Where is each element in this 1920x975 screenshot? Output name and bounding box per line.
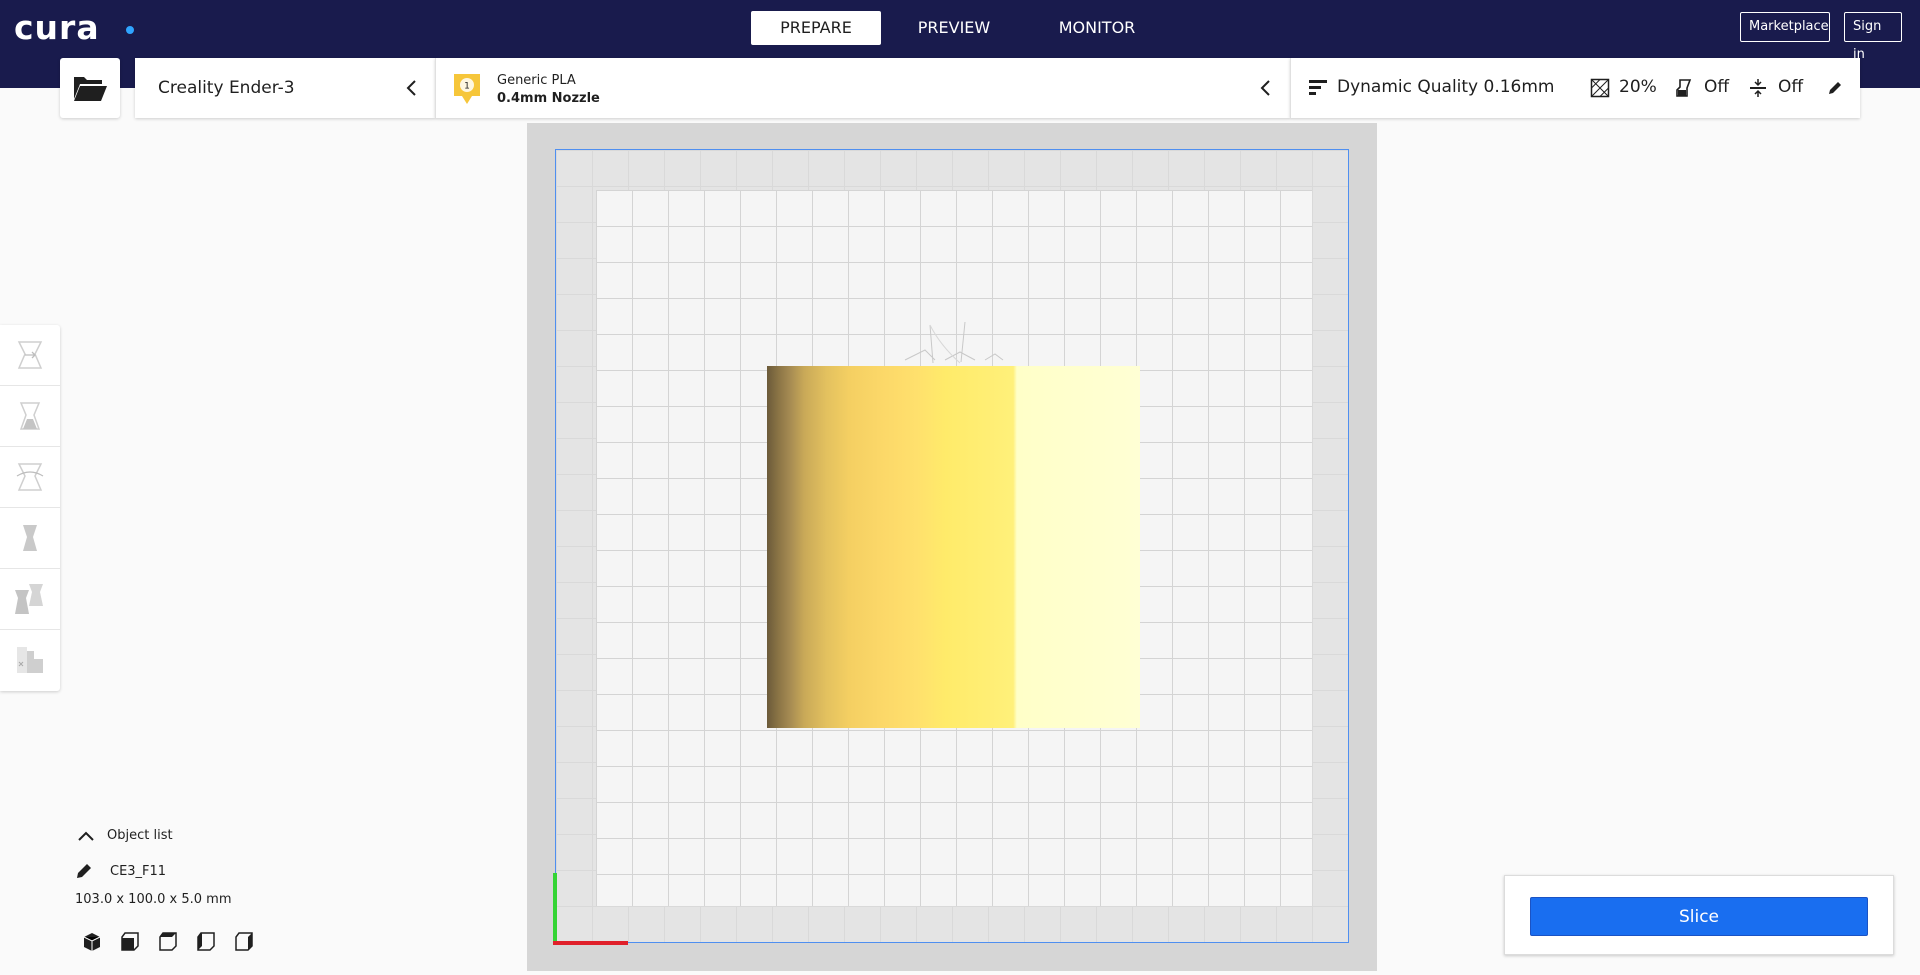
move-tool-button[interactable] [0,325,60,386]
printer-name: Creality Ender-3 [158,78,295,98]
chevron-up-icon [78,831,94,841]
object-list-label: Object list [107,828,173,843]
3d-view-icon[interactable] [81,931,103,953]
mirror-tool-button[interactable] [0,508,60,569]
slice-button[interactable]: Slice [1530,897,1868,936]
adhesion-value: Off [1778,77,1804,97]
mirror-icon [23,525,37,551]
marketplace-button[interactable]: Marketplace [1740,12,1830,42]
tool-panel [0,325,60,691]
chevron-left-icon [406,80,416,96]
top-view-icon[interactable] [157,931,179,953]
rotate-icon [16,463,44,491]
support-blocker-icon [17,647,43,673]
scale-icon [19,402,41,430]
pencil-icon [77,864,91,878]
profile-name: Dynamic Quality 0.16mm [1337,77,1555,97]
per-model-settings-icon [15,584,43,614]
support-value: Off [1704,77,1730,97]
view-orientation-buttons [75,931,295,953]
print-settings-selector[interactable]: Dynamic Quality 0.16mm 20% Off Off [1290,58,1860,118]
stage-tabs: PREPARE PREVIEW MONITOR [751,11,1167,45]
rotate-tool-button[interactable] [0,447,60,508]
scale-tool-button[interactable] [0,386,60,447]
cura-logo-dot [126,26,134,34]
per-model-settings-button[interactable] [0,569,60,630]
y-axis-indicator [553,873,557,945]
material-name: Generic PLA [497,73,576,88]
model-edge-artifacts [904,321,1004,364]
object-dimensions: 103.0 x 100.0 x 5.0 mm [75,892,232,907]
object-name: CE3_F11 [110,863,167,879]
cura-logo: cura [14,8,100,47]
adhesion-icon [1750,79,1766,97]
infill-value: 20% [1619,77,1657,97]
support-icon [1676,79,1692,97]
infill-icon [1590,78,1610,98]
sign-in-button[interactable]: Sign in [1844,12,1902,62]
action-panel: Slice [1504,875,1894,955]
tab-prepare[interactable]: PREPARE [751,11,881,45]
extruder-badge-icon: 1 [454,74,480,104]
front-view-icon[interactable] [119,931,141,953]
object-list-item[interactable]: CE3_F11 [75,862,295,880]
folder-open-icon [74,77,107,101]
model-ce3-f11[interactable] [767,366,1140,728]
nozzle-size: 0.4mm Nozzle [497,91,600,106]
chevron-left-icon [1260,80,1270,96]
tab-monitor[interactable]: MONITOR [1027,11,1167,45]
printer-selector[interactable]: Creality Ender-3 [135,58,435,118]
open-file-button[interactable] [60,58,120,118]
extruder-number: 1 [464,82,470,92]
tab-preview[interactable]: PREVIEW [881,11,1027,45]
right-view-icon[interactable] [233,931,255,953]
material-selector[interactable]: 1 Generic PLA 0.4mm Nozzle [435,58,1290,118]
profile-quality-icon [1309,80,1327,95]
object-list-panel: Object list CE3_F11 103.0 x 100.0 x 5.0 … [75,828,295,953]
support-blocker-button[interactable] [0,630,60,690]
x-axis-indicator [553,941,628,945]
left-view-icon[interactable] [195,931,217,953]
object-list-toggle[interactable]: Object list [75,828,295,843]
move-icon [17,341,43,369]
pencil-icon[interactable] [1827,80,1843,96]
